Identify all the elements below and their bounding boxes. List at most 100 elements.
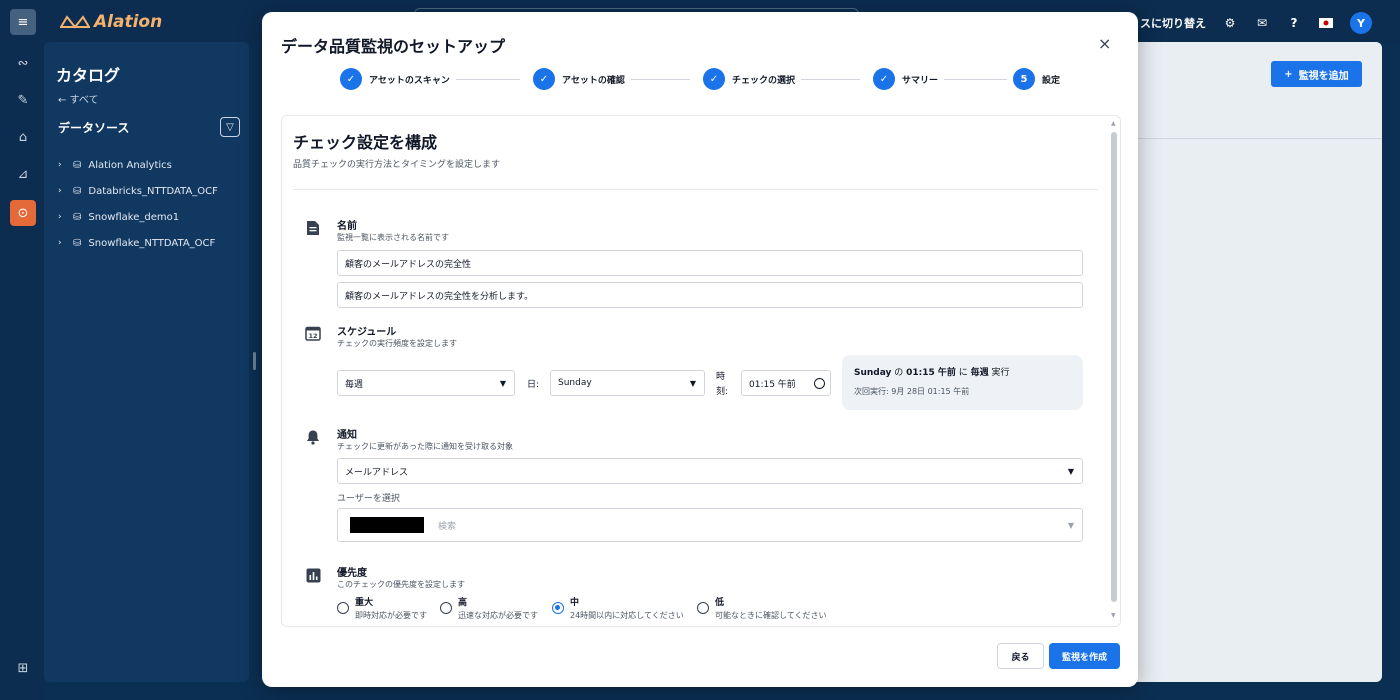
day-label: 日:	[527, 380, 540, 390]
schedule-summary: Sunday の 01:15 午前 に 毎週 実行 次回実行: 9月 28日 0…	[842, 355, 1083, 410]
priority-option-medium[interactable]: 中 24時間以内に対応してください	[552, 595, 684, 621]
plus-icon: +	[1284, 68, 1293, 80]
chevron-right-icon: ›	[58, 212, 62, 222]
step-scan-assets[interactable]: ✓ アセットのスキャン	[340, 68, 456, 90]
language-flag-icon[interactable]	[1318, 15, 1334, 31]
database-icon: ⛁	[73, 237, 82, 249]
scroll-up-icon[interactable]: ▲	[1111, 120, 1116, 127]
schedule-label: スケジュール	[337, 327, 397, 338]
clock-icon[interactable]	[814, 377, 825, 389]
scrollbar[interactable]	[1111, 132, 1117, 602]
document-icon	[304, 219, 322, 237]
sidebar-item-datasource[interactable]: › ⛁ Snowflake_demo1	[58, 204, 218, 230]
sidebar-item-datasource[interactable]: › ⛁ Databricks_NTTDATA_OCF	[58, 178, 218, 204]
step-summary[interactable]: ✓ サマリー	[867, 68, 945, 90]
switch-label[interactable]: スに切り替え	[1140, 15, 1206, 31]
svg-text:12: 12	[308, 332, 317, 340]
database-icon: ⛁	[73, 211, 82, 223]
notify-channel-value: メールアドレス	[345, 467, 409, 478]
time-label-top: 時	[716, 372, 726, 382]
lineage-icon[interactable]: ∾	[10, 50, 36, 76]
summary-time: 01:15 午前	[906, 368, 956, 378]
day-value: Sunday	[558, 378, 592, 388]
priority-option-low[interactable]: 低可能なときに確認してください	[697, 595, 827, 621]
datasource-section-title: データソース	[58, 121, 130, 135]
user-select-label: ユーザーを選択	[337, 494, 400, 504]
section-description: 品質チェックの実行方法とタイミングを設定します	[293, 160, 501, 170]
section-title: チェック設定を構成	[293, 133, 438, 152]
close-icon[interactable]: ×	[1098, 34, 1111, 53]
calendar-icon: 12	[304, 324, 322, 342]
step-number: 5	[1013, 68, 1035, 90]
priority-option-critical[interactable]: 重大即時対応が必要です	[337, 595, 427, 621]
add-monitor-label: 監視を追加	[1298, 70, 1349, 82]
radio-button[interactable]	[697, 602, 709, 614]
setup-modal: データ品質監視のセットアップ × ✓ アセットのスキャン ✓ アセットの確認 ✓ チェ…	[262, 12, 1138, 687]
catalog-bank-icon[interactable]: ⌂	[10, 124, 36, 150]
day-select[interactable]: Sunday ▼	[550, 370, 705, 396]
database-icon: ⛁	[73, 159, 82, 171]
sidebar-item-label: Snowflake_NTTDATA_OCF	[88, 237, 216, 249]
alation-logo[interactable]: Alation	[60, 12, 162, 32]
apps-icon[interactable]: ⊞	[10, 655, 36, 681]
menu-icon[interactable]: ≡	[10, 9, 36, 35]
chart-icon[interactable]: ⊿	[10, 161, 36, 187]
radio-button-selected[interactable]	[552, 602, 564, 614]
check-icon: ✓	[873, 68, 895, 90]
help-icon[interactable]: ?	[1286, 15, 1302, 31]
gear-icon[interactable]: ⚙	[1222, 15, 1238, 31]
sidebar-item-datasource[interactable]: › ⛁ Snowflake_NTTDATA_OCF	[58, 230, 218, 256]
notify-hint: チェックに更新があった際に通知を受け取る対象	[337, 442, 513, 451]
filter-icon[interactable]: ▽	[220, 117, 240, 137]
selected-user-chip[interactable]	[350, 517, 424, 533]
step-label: アセットの確認	[562, 75, 625, 86]
frequency-select[interactable]: 毎週 ▼	[337, 370, 515, 396]
chevron-right-icon: ›	[58, 186, 62, 196]
alation-logo-icon	[60, 15, 90, 29]
create-monitor-button[interactable]: 監視を作成	[1049, 643, 1120, 669]
data-quality-icon[interactable]: ⊙	[10, 200, 36, 226]
time-value: 01:15 午前	[749, 379, 796, 390]
sidebar-resize-handle[interactable]	[253, 352, 256, 370]
name-input-value: 顧客のメールアドレスの完全性	[345, 259, 472, 270]
caret-down-icon: ▼	[1067, 466, 1074, 476]
settings-panel: ▲ ▼ チェック設定を構成 品質チェックの実行方法とタイミングを設定します 名前…	[281, 115, 1121, 627]
step-label: チェックの選択	[732, 75, 796, 86]
description-input-value: 顧客のメールアドレスの完全性を分析します。	[345, 291, 534, 302]
name-input[interactable]: 顧客のメールアドレスの完全性	[337, 250, 1083, 276]
step-label: アセットのスキャン	[369, 75, 450, 86]
scroll-down-icon[interactable]: ▼	[1111, 612, 1116, 619]
back-to-all-link[interactable]: ← すべて	[58, 91, 98, 106]
radio-button[interactable]	[440, 602, 452, 614]
step-settings[interactable]: 5 設定	[1007, 68, 1061, 90]
catalog-sidebar: カタログ ← すべて データソース ▽ › ⛁ Alation Analytics …	[44, 42, 249, 682]
caret-down-icon: ▼	[1067, 520, 1074, 530]
bar-chart-icon	[304, 566, 322, 584]
notify-channel-select[interactable]: メールアドレス ▼	[337, 458, 1083, 484]
description-input[interactable]: 顧客のメールアドレスの完全性を分析します。	[337, 282, 1083, 308]
priority-option-high[interactable]: 高迅速な対応が必要です	[440, 595, 538, 621]
database-icon: ⛁	[73, 185, 82, 197]
avatar[interactable]: Y	[1350, 12, 1372, 34]
user-search-select[interactable]: 検索 ▼	[337, 508, 1083, 542]
name-hint: 監視一覧に表示される名前です	[337, 233, 449, 242]
feather-icon[interactable]: ✎	[10, 87, 36, 113]
radio-sub: 即時対応が必要です	[355, 611, 427, 620]
back-button[interactable]: 戻る	[997, 643, 1044, 669]
step-select-checks[interactable]: ✓ チェックの選択	[697, 68, 802, 90]
add-monitor-button[interactable]: + 監視を追加	[1271, 61, 1362, 87]
radio-title: 重大	[355, 598, 374, 608]
step-confirm-assets[interactable]: ✓ アセットの確認	[527, 68, 631, 90]
logo-text: Alation	[94, 12, 163, 32]
sidebar-item-datasource[interactable]: › ⛁ Alation Analytics	[58, 152, 218, 178]
sidebar-item-label: Alation Analytics	[88, 159, 172, 171]
sidebar-item-label: Databricks_NTTDATA_OCF	[88, 185, 218, 197]
mail-icon[interactable]: ✉	[1254, 15, 1270, 31]
time-input[interactable]: 01:15 午前	[741, 370, 831, 396]
radio-title: 高	[458, 598, 468, 608]
radio-button[interactable]	[337, 602, 349, 614]
name-label: 名前	[337, 221, 357, 232]
section-divider	[293, 189, 1098, 190]
notify-label: 通知	[337, 430, 357, 441]
step-label: 設定	[1042, 75, 1061, 86]
